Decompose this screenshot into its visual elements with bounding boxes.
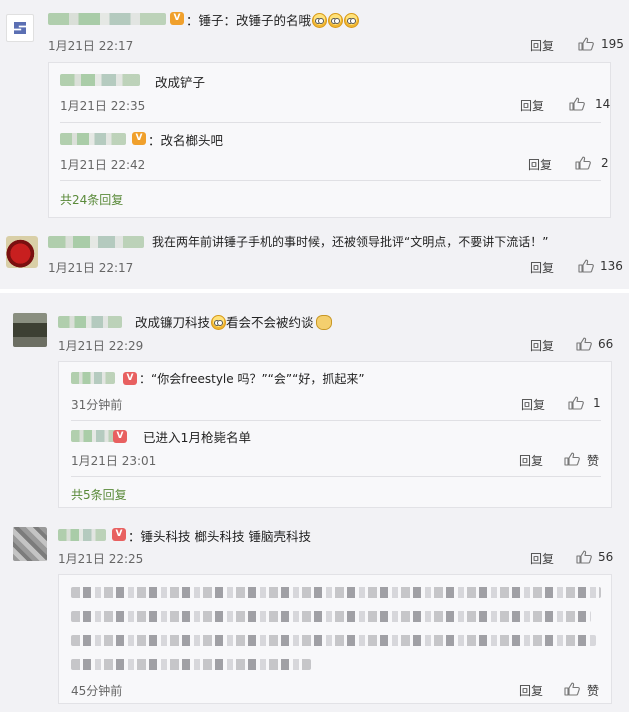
- pixelated-reply-text: [71, 635, 596, 646]
- username[interactable]: [60, 74, 140, 86]
- avatar[interactable]: [6, 236, 38, 268]
- comment-time: 1月21日 22:17: [48, 39, 134, 53]
- reply-button[interactable]: 回复: [520, 97, 544, 114]
- comment-text: 改成镰刀科技 看会不会被约谈: [135, 312, 332, 331]
- divider: [60, 122, 601, 123]
- reply-button[interactable]: 回复: [530, 337, 554, 354]
- username[interactable]: [58, 529, 106, 541]
- like-count: 56: [598, 550, 614, 564]
- username[interactable]: [71, 372, 115, 384]
- reply-button[interactable]: 回复: [521, 396, 545, 413]
- reply-time: 31分钟前: [71, 398, 123, 412]
- comment-text: 我在两年前讲锤子手机的事时候，还被领导批评“文明点，不要讲下流话！”: [152, 235, 549, 249]
- comment-panel-2: 改成镰刀科技 看会不会被约谈 1月21日 22:29 回复 66 V ：“你会fr…: [0, 293, 629, 712]
- username[interactable]: [71, 430, 119, 442]
- pixelated-reply-text: [71, 659, 311, 670]
- grimace-emoji-icon: [328, 13, 344, 28]
- comment-time: 1月21日 22:25: [58, 552, 144, 566]
- thumbs-up-icon[interactable]: [576, 337, 592, 351]
- divider: [71, 420, 601, 421]
- username[interactable]: [58, 316, 122, 328]
- grimace-emoji-icon: [211, 315, 227, 330]
- thumbs-up-icon[interactable]: [569, 97, 585, 111]
- pixelated-reply-text: [71, 587, 601, 598]
- reply-button[interactable]: 回复: [519, 452, 543, 469]
- like-count: 赞: [587, 684, 600, 698]
- thumbs-up-icon[interactable]: [568, 396, 584, 410]
- reply-thread: 改成铲子 1月21日 22:35 回复 14 V ：改名榔头吧 1月21日 22…: [48, 62, 611, 218]
- username[interactable]: [48, 236, 144, 248]
- username[interactable]: [60, 133, 126, 145]
- thumbs-up-icon[interactable]: [564, 452, 580, 466]
- like-count: 136: [600, 259, 623, 273]
- reply-button[interactable]: 回复: [530, 550, 554, 567]
- like-count: 66: [598, 337, 614, 351]
- grimace-emoji-icon: [344, 13, 360, 28]
- v-badge-icon: V: [123, 372, 137, 385]
- more-replies-link[interactable]: 共5条回复: [71, 486, 127, 503]
- pixelated-reply-text: [71, 611, 591, 622]
- avatar[interactable]: [13, 527, 47, 561]
- reply-text: ：改名榔头吧: [148, 133, 224, 148]
- divider: [60, 180, 601, 181]
- grimace-emoji-icon: [312, 13, 328, 28]
- reply-time: 1月21日 22:42: [60, 158, 146, 172]
- thumbs-up-icon[interactable]: [578, 259, 594, 273]
- reply-thread: V ：“你会freestyle 吗？”“会”“好，抓起来” 31分钟前 回复 1…: [58, 361, 612, 508]
- reply-text: 改成铲子: [155, 75, 206, 90]
- v-badge-icon: V: [113, 430, 127, 443]
- thumbs-up-icon[interactable]: [578, 37, 594, 51]
- comment-panel-1: V ：锤子：改锤子的名哦 1月21日 22:17 回复 195 改成铲子 1月2…: [0, 0, 629, 289]
- reply-time: 1月21日 22:35: [60, 99, 146, 113]
- reply-thread: 45分钟前 回复 赞: [58, 574, 612, 704]
- like-count: 2: [601, 156, 609, 170]
- thumbs-up-icon[interactable]: [564, 682, 580, 696]
- thumbs-up-icon[interactable]: [576, 550, 592, 564]
- reply-time: 45分钟前: [71, 684, 123, 698]
- cat-emoji-icon: [315, 315, 332, 330]
- like-count: 14: [595, 97, 611, 111]
- comment-text: ：锤头科技 榔头科技 锤脑壳科技: [128, 529, 311, 544]
- like-count: 1: [593, 396, 601, 410]
- reply-button[interactable]: 回复: [530, 259, 554, 276]
- reply-button[interactable]: 回复: [528, 156, 552, 173]
- like-count: 赞: [587, 454, 600, 468]
- like-count: 195: [601, 37, 624, 51]
- username[interactable]: [48, 13, 166, 25]
- comment-text: ：锤子：改锤子的名哦: [186, 10, 360, 29]
- avatar[interactable]: [6, 14, 34, 42]
- reply-button[interactable]: 回复: [530, 37, 554, 54]
- v-badge-icon: V: [170, 12, 184, 25]
- more-replies-link[interactable]: 共24条回复: [60, 191, 123, 208]
- comment-time: 1月21日 22:17: [48, 261, 134, 275]
- reply-button[interactable]: 回复: [519, 682, 543, 699]
- v-badge-icon: V: [112, 528, 126, 541]
- divider: [71, 476, 601, 477]
- thumbs-up-icon[interactable]: [575, 156, 591, 170]
- reply-text: ：“你会freestyle 吗？”“会”“好，抓起来”: [139, 372, 365, 386]
- comment-time: 1月21日 22:29: [58, 339, 144, 353]
- reply-time: 1月21日 23:01: [71, 454, 157, 468]
- avatar[interactable]: [13, 313, 47, 347]
- v-badge-icon: V: [132, 132, 146, 145]
- reply-text: 已进入1月枪毙名单: [143, 430, 251, 445]
